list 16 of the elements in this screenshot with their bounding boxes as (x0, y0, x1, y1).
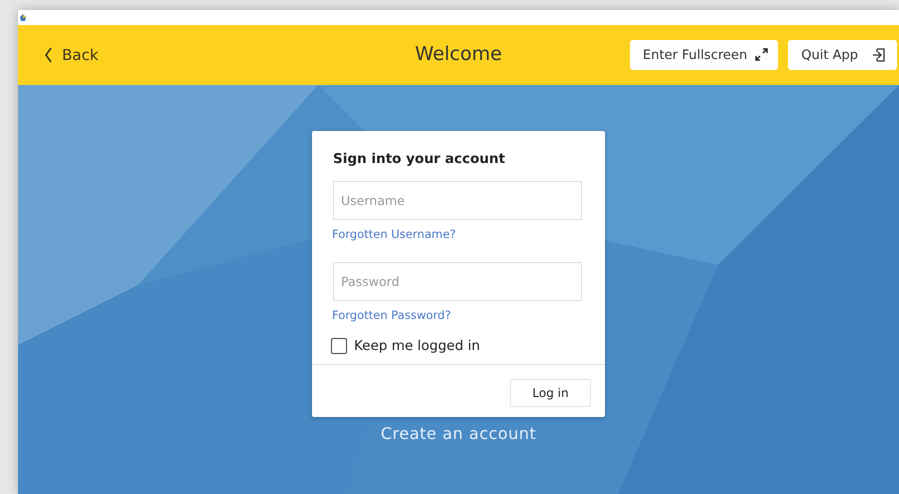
forgot-password-link[interactable]: Forgotten Password? (332, 308, 451, 322)
chevron-left-icon (44, 47, 52, 63)
fullscreen-button[interactable]: Enter Fullscreen (630, 40, 778, 70)
form-heading: Sign into your account (333, 151, 506, 167)
back-button[interactable]: Back (40, 42, 102, 68)
login-button[interactable]: Log in (510, 379, 591, 407)
username-field[interactable]: Username (333, 181, 582, 220)
page-title: Welcome (415, 43, 502, 65)
forgot-username-link[interactable]: Forgotten Username? (332, 227, 456, 241)
expand-icon (755, 48, 768, 62)
checkbox-label: Keep me logged in (354, 338, 480, 354)
password-field[interactable]: Password (333, 262, 582, 301)
checkbox[interactable] (331, 338, 347, 354)
exit-icon (872, 48, 885, 62)
app-icon (20, 14, 26, 21)
quit-button[interactable]: Quit App (788, 40, 897, 70)
